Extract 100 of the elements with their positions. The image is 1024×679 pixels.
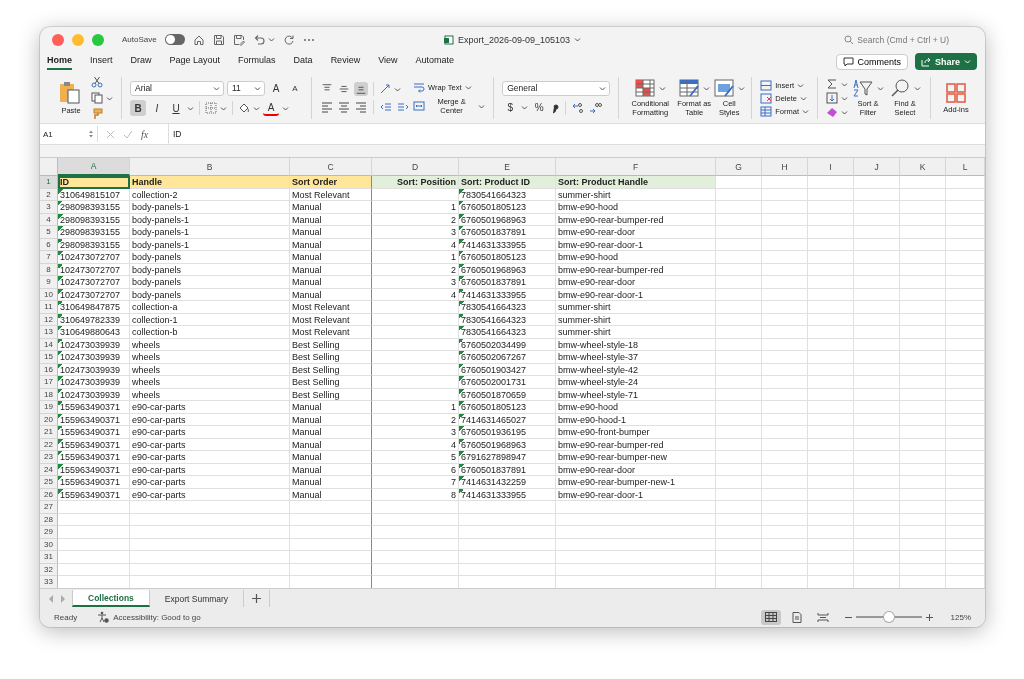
decrease-decimal-icon[interactable] [571,101,586,114]
error-indicator-icon[interactable] [459,413,464,419]
error-indicator-icon[interactable] [58,313,63,319]
name-box[interactable]: A1 [40,126,98,142]
error-indicator-icon[interactable] [459,451,464,456]
italic-button[interactable]: I [149,100,165,116]
column-header[interactable]: C [290,158,372,176]
fill-down-icon[interactable] [826,92,838,104]
row-header[interactable]: 7 [40,251,58,264]
error-indicator-icon[interactable] [58,376,63,381]
error-indicator-icon[interactable] [58,288,63,294]
error-indicator-icon[interactable] [58,226,63,231]
error-indicator-icon[interactable] [459,363,464,369]
sum-icon[interactable] [826,78,838,90]
align-lines-icon[interactable] [354,82,368,96]
column-header[interactable]: I [808,158,854,176]
ribbon-tab[interactable]: Home [47,53,72,70]
error-indicator-icon[interactable] [58,438,63,444]
error-indicator-icon[interactable] [58,338,63,344]
column-header[interactable]: L [946,158,985,176]
error-indicator-icon[interactable] [58,188,63,194]
error-indicator-icon[interactable] [459,463,464,469]
page-layout-icon[interactable] [790,611,803,623]
row-header[interactable]: 3 [40,201,58,214]
share-button[interactable]: Share [915,53,977,70]
underline-button[interactable]: U [168,100,184,116]
error-indicator-icon[interactable] [58,388,63,394]
error-indicator-icon[interactable] [58,201,63,206]
error-indicator-icon[interactable] [459,388,464,394]
search-field[interactable]: Search (Cmd + Ctrl + U) [838,33,955,46]
currency-button[interactable]: $ [502,99,519,116]
error-indicator-icon[interactable] [58,301,63,306]
error-indicator-icon[interactable] [459,226,464,231]
row-header[interactable]: 5 [40,226,58,239]
ribbon-tab[interactable]: Formulas [238,53,276,70]
error-indicator-icon[interactable] [459,426,464,431]
page-break-icon[interactable] [816,611,829,623]
check-icon[interactable] [123,129,133,139]
column-header[interactable]: H [762,158,808,176]
error-indicator-icon[interactable] [459,276,464,281]
row-header[interactable]: 25 [40,476,58,489]
comma-style-icon[interactable] [550,101,561,114]
cut-icon[interactable] [91,76,103,88]
grow-font-button[interactable]: A [268,80,284,96]
slider-thumb[interactable] [883,612,894,622]
row-header[interactable]: 9 [40,276,58,289]
column-header[interactable]: A [58,158,130,176]
error-indicator-icon[interactable] [459,251,464,256]
error-indicator-icon[interactable] [58,276,63,281]
redo-icon[interactable] [282,33,295,46]
undo-icon[interactable] [252,33,265,46]
bold-button[interactable]: B [130,100,146,116]
text-angle-icon[interactable] [379,83,391,95]
error-indicator-icon[interactable] [58,251,63,256]
normal-view-icon[interactable] [764,611,777,623]
row-header[interactable]: 29 [40,526,58,539]
format-painter-icon[interactable] [91,108,103,120]
formula-field[interactable]: ID [173,129,182,139]
zoom-in-icon[interactable] [925,613,933,621]
error-indicator-icon[interactable] [58,263,63,269]
font-name-field[interactable]: Arial [130,80,224,96]
column-header[interactable]: D [372,158,459,176]
error-indicator-icon[interactable] [459,326,464,331]
font-size-field[interactable]: 11 [227,80,265,96]
error-indicator-icon[interactable] [459,438,464,444]
row-header[interactable]: 23 [40,451,58,464]
error-indicator-icon[interactable] [459,338,464,344]
sheet-tab[interactable]: Collections [72,590,150,607]
accessibility-status[interactable]: Accessibility: Good to go [113,612,201,622]
error-indicator-icon[interactable] [459,213,464,219]
autosave-toggle[interactable] [164,34,185,45]
error-indicator-icon[interactable] [58,401,63,406]
row-header[interactable]: 13 [40,326,58,339]
error-indicator-icon[interactable] [459,351,464,356]
error-indicator-icon[interactable] [459,288,464,294]
ribbon-tab[interactable]: Data [293,53,313,70]
error-indicator-icon[interactable] [58,476,63,481]
row-header[interactable]: 27 [40,501,58,514]
error-indicator-icon[interactable] [58,426,63,431]
error-indicator-icon[interactable] [459,188,464,194]
error-indicator-icon[interactable] [58,363,63,369]
error-indicator-icon[interactable] [459,401,464,406]
error-indicator-icon[interactable] [58,451,63,456]
error-indicator-icon[interactable] [58,463,63,469]
home-icon[interactable] [192,33,205,46]
percent-button[interactable]: % [531,99,548,116]
ribbon-tab[interactable]: Review [330,53,361,70]
eraser-icon[interactable] [826,106,838,118]
insert-function-button[interactable]: fx [141,128,149,140]
error-indicator-icon[interactable] [459,263,464,269]
error-indicator-icon[interactable] [58,326,63,331]
error-indicator-icon[interactable] [459,201,464,206]
column-header[interactable]: F [556,158,716,176]
number-format-field[interactable]: General [502,80,611,96]
error-indicator-icon[interactable] [58,238,63,244]
row-header[interactable]: 21 [40,426,58,439]
error-indicator-icon[interactable] [459,313,464,319]
error-indicator-icon[interactable] [58,351,63,356]
error-indicator-icon[interactable] [459,301,464,306]
increase-decimal-icon[interactable] [588,101,603,114]
